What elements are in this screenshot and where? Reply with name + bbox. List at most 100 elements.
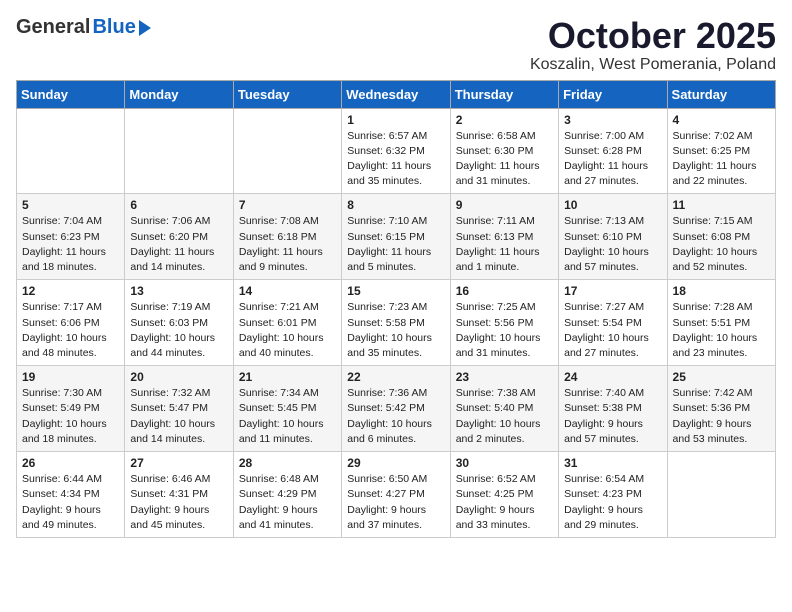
day-info: Sunrise: 7:25 AM Sunset: 5:56 PM Dayligh… (456, 300, 553, 361)
day-number: 23 (456, 370, 553, 384)
day-info: Sunrise: 7:23 AM Sunset: 5:58 PM Dayligh… (347, 300, 444, 361)
calendar-table: SundayMondayTuesdayWednesdayThursdayFrid… (16, 80, 776, 538)
header-day-thursday: Thursday (450, 80, 558, 108)
calendar-cell: 19 Sunrise: 7:30 AM Sunset: 5:49 PM Dayli… (17, 366, 125, 452)
day-number: 8 (347, 198, 444, 212)
day-number: 24 (564, 370, 661, 384)
logo-arrow-icon (139, 20, 151, 36)
calendar-cell: 18Sunrise: 7:28 AM Sunset: 5:51 PM Dayli… (667, 280, 775, 366)
header-day-saturday: Saturday (667, 80, 775, 108)
calendar-cell: 7 Sunrise: 7:08 AM Sunset: 6:18 PM Daylig… (233, 194, 341, 280)
day-info: Sunrise: 6:52 AM Sunset: 4:25 PM Dayligh… (456, 472, 553, 533)
day-info: Sunrise: 7:34 AM Sunset: 5:45 PM Dayligh… (239, 386, 336, 447)
day-info: Sunrise: 7:30 AM Sunset: 5:49 PM Dayligh… (22, 386, 119, 447)
day-number: 15 (347, 284, 444, 298)
week-row-1: 1Sunrise: 6:57 AM Sunset: 6:32 PM Daylig… (17, 108, 776, 194)
logo-general-text: General (16, 16, 90, 39)
title-block: October 2025 Koszalin, West Pomerania, P… (530, 16, 776, 74)
calendar-cell (233, 108, 341, 194)
calendar-cell: 8 Sunrise: 7:10 AM Sunset: 6:15 PM Daylig… (342, 194, 450, 280)
day-number: 3 (564, 113, 661, 127)
day-info: Sunrise: 7:40 AM Sunset: 5:38 PM Dayligh… (564, 386, 661, 447)
calendar-cell: 21 Sunrise: 7:34 AM Sunset: 5:45 PM Dayli… (233, 366, 341, 452)
header-day-monday: Monday (125, 80, 233, 108)
calendar-cell: 9Sunrise: 7:11 AM Sunset: 6:13 PM Daylig… (450, 194, 558, 280)
page-header: General Blue October 2025 Koszalin, West… (16, 16, 776, 74)
day-info: Sunrise: 6:58 AM Sunset: 6:30 PM Dayligh… (456, 129, 553, 190)
day-info: Sunrise: 6:57 AM Sunset: 6:32 PM Dayligh… (347, 129, 444, 190)
day-number: 27 (130, 456, 227, 470)
day-number: 2 (456, 113, 553, 127)
header-row: SundayMondayTuesdayWednesdayThursdayFrid… (17, 80, 776, 108)
day-number: 17 (564, 284, 661, 298)
header-day-wednesday: Wednesday (342, 80, 450, 108)
day-number: 21 (239, 370, 336, 384)
calendar-cell: 3Sunrise: 7:00 AM Sunset: 6:28 PM Daylig… (559, 108, 667, 194)
calendar-cell: 27 Sunrise: 6:46 AM Sunset: 4:31 PM Dayli… (125, 452, 233, 538)
calendar-cell: 30Sunrise: 6:52 AM Sunset: 4:25 PM Dayli… (450, 452, 558, 538)
day-number: 12 (22, 284, 119, 298)
calendar-cell: 23Sunrise: 7:38 AM Sunset: 5:40 PM Dayli… (450, 366, 558, 452)
calendar-cell: 29Sunrise: 6:50 AM Sunset: 4:27 PM Dayli… (342, 452, 450, 538)
day-info: Sunrise: 7:36 AM Sunset: 5:42 PM Dayligh… (347, 386, 444, 447)
calendar-cell: 2 Sunrise: 6:58 AM Sunset: 6:30 PM Daylig… (450, 108, 558, 194)
day-number: 31 (564, 456, 661, 470)
day-info: Sunrise: 7:15 AM Sunset: 6:08 PM Dayligh… (673, 214, 770, 275)
day-number: 20 (130, 370, 227, 384)
calendar-cell: 5 Sunrise: 7:04 AM Sunset: 6:23 PM Daylig… (17, 194, 125, 280)
day-number: 7 (239, 198, 336, 212)
calendar-cell: 26Sunrise: 6:44 AM Sunset: 4:34 PM Dayli… (17, 452, 125, 538)
calendar-cell: 14Sunrise: 7:21 AM Sunset: 6:01 PM Dayli… (233, 280, 341, 366)
week-row-2: 5 Sunrise: 7:04 AM Sunset: 6:23 PM Daylig… (17, 194, 776, 280)
day-info: Sunrise: 6:50 AM Sunset: 4:27 PM Dayligh… (347, 472, 444, 533)
logo: General Blue (16, 16, 151, 39)
day-info: Sunrise: 7:04 AM Sunset: 6:23 PM Dayligh… (22, 214, 119, 275)
month-title: October 2025 (530, 16, 776, 56)
calendar-cell: 24 Sunrise: 7:40 AM Sunset: 5:38 PM Dayli… (559, 366, 667, 452)
calendar-cell: 4 Sunrise: 7:02 AM Sunset: 6:25 PM Daylig… (667, 108, 775, 194)
day-number: 22 (347, 370, 444, 384)
day-number: 28 (239, 456, 336, 470)
day-info: Sunrise: 7:19 AM Sunset: 6:03 PM Dayligh… (130, 300, 227, 361)
day-number: 4 (673, 113, 770, 127)
calendar-cell (17, 108, 125, 194)
calendar-cell: 13 Sunrise: 7:19 AM Sunset: 6:03 PM Dayli… (125, 280, 233, 366)
week-row-4: 19 Sunrise: 7:30 AM Sunset: 5:49 PM Dayli… (17, 366, 776, 452)
calendar-cell (125, 108, 233, 194)
calendar-cell: 11 Sunrise: 7:15 AM Sunset: 6:08 PM Dayli… (667, 194, 775, 280)
calendar-cell: 1Sunrise: 6:57 AM Sunset: 6:32 PM Daylig… (342, 108, 450, 194)
day-info: Sunrise: 7:17 AM Sunset: 6:06 PM Dayligh… (22, 300, 119, 361)
location-title: Koszalin, West Pomerania, Poland (530, 56, 776, 74)
week-row-5: 26Sunrise: 6:44 AM Sunset: 4:34 PM Dayli… (17, 452, 776, 538)
header-day-tuesday: Tuesday (233, 80, 341, 108)
calendar-cell: 12 Sunrise: 7:17 AM Sunset: 6:06 PM Dayli… (17, 280, 125, 366)
day-number: 6 (130, 198, 227, 212)
day-info: Sunrise: 7:28 AM Sunset: 5:51 PM Dayligh… (673, 300, 770, 361)
day-number: 16 (456, 284, 553, 298)
day-number: 5 (22, 198, 119, 212)
day-info: Sunrise: 7:08 AM Sunset: 6:18 PM Dayligh… (239, 214, 336, 275)
week-row-3: 12 Sunrise: 7:17 AM Sunset: 6:06 PM Dayli… (17, 280, 776, 366)
logo-blue-text: Blue (92, 16, 135, 39)
calendar-cell: 16 Sunrise: 7:25 AM Sunset: 5:56 PM Dayli… (450, 280, 558, 366)
day-info: Sunrise: 7:21 AM Sunset: 6:01 PM Dayligh… (239, 300, 336, 361)
calendar-cell: 31Sunrise: 6:54 AM Sunset: 4:23 PM Dayli… (559, 452, 667, 538)
day-number: 25 (673, 370, 770, 384)
day-info: Sunrise: 7:32 AM Sunset: 5:47 PM Dayligh… (130, 386, 227, 447)
day-info: Sunrise: 6:48 AM Sunset: 4:29 PM Dayligh… (239, 472, 336, 533)
day-number: 13 (130, 284, 227, 298)
calendar-cell: 22 Sunrise: 7:36 AM Sunset: 5:42 PM Dayli… (342, 366, 450, 452)
header-day-friday: Friday (559, 80, 667, 108)
day-number: 26 (22, 456, 119, 470)
day-info: Sunrise: 6:46 AM Sunset: 4:31 PM Dayligh… (130, 472, 227, 533)
calendar-cell: 25Sunrise: 7:42 AM Sunset: 5:36 PM Dayli… (667, 366, 775, 452)
day-info: Sunrise: 7:10 AM Sunset: 6:15 PM Dayligh… (347, 214, 444, 275)
day-number: 11 (673, 198, 770, 212)
calendar-cell: 28 Sunrise: 6:48 AM Sunset: 4:29 PM Dayli… (233, 452, 341, 538)
day-number: 19 (22, 370, 119, 384)
day-info: Sunrise: 7:02 AM Sunset: 6:25 PM Dayligh… (673, 129, 770, 190)
day-number: 10 (564, 198, 661, 212)
day-info: Sunrise: 7:13 AM Sunset: 6:10 PM Dayligh… (564, 214, 661, 275)
day-info: Sunrise: 7:11 AM Sunset: 6:13 PM Dayligh… (456, 214, 553, 275)
header-day-sunday: Sunday (17, 80, 125, 108)
